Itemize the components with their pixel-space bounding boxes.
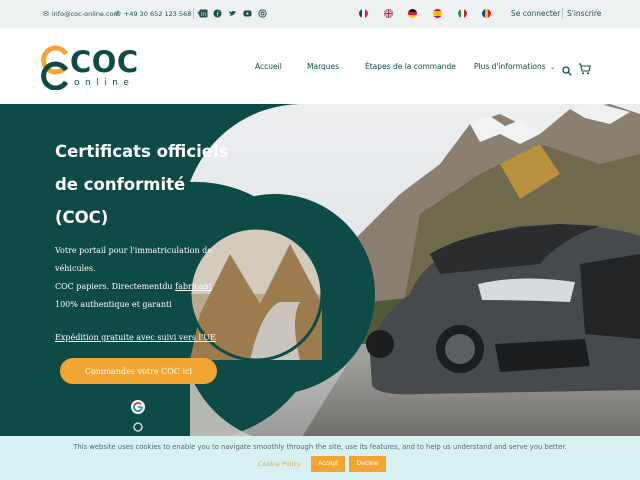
logo-icon[interactable] (40, 44, 72, 94)
cookie-message: This website uses cookies to enable you … (73, 443, 567, 451)
order-coc-button[interactable]: Commandes votre COC ici (60, 358, 217, 384)
cookie-policy-link[interactable]: Cookie Policy (258, 460, 301, 468)
hero-title-line-3: (COC) (55, 208, 109, 227)
hero-paragraph: Votre portail pour l'immatriculation de … (55, 242, 212, 314)
instagram-icon[interactable] (258, 9, 267, 18)
flag-fr-icon[interactable] (359, 9, 368, 18)
phone-icon: ✆ (115, 10, 121, 18)
divider (193, 8, 194, 19)
flag-es-icon[interactable] (433, 9, 442, 18)
facebook-icon[interactable]: f (213, 9, 222, 18)
divider (562, 8, 563, 19)
loading-indicator-icon (133, 417, 143, 436)
phone-contact[interactable]: ✆ +49 30 652 123 568 ▼ (115, 10, 201, 18)
cookie-decline-button[interactable]: Decline (349, 456, 386, 472)
top-bar: ✉ info@coc-online.com ✆ +49 30 652 123 5… (0, 0, 640, 28)
nav-marques[interactable]: Marques (307, 62, 339, 71)
hero-title-line-1: Certificats officiels (55, 142, 229, 161)
hero-paragraph-line-1: Votre portail pour l'immatriculation de (55, 246, 212, 255)
cookie-accept-button[interactable]: Accept (311, 456, 345, 472)
email-contact[interactable]: ✉ info@coc-online.com (43, 10, 120, 18)
twitter-icon[interactable] (228, 9, 237, 18)
phone-text: +49 30 652 123 568 (123, 10, 192, 18)
search-icon[interactable] (562, 61, 572, 80)
chevron-down-icon: ⌄ (550, 64, 556, 71)
nav-plus-infos-label: Plus d'informations (474, 62, 546, 71)
logo-subtitle: online (74, 78, 135, 88)
manufacturer-link[interactable]: fabricant (175, 282, 212, 291)
hero-title: Certificats officiels de conformité (COC… (55, 135, 228, 234)
hero-paragraph-text: COC papiers. Directementdu (55, 282, 176, 291)
svg-text:in: in (201, 11, 207, 18)
flag-ro-icon[interactable] (482, 9, 491, 18)
hero-paragraph-line-3: COC papiers. Directementdu fabricant (55, 278, 212, 296)
flag-en-icon[interactable] (384, 9, 393, 18)
email-text: info@coc-online.com (51, 10, 120, 18)
youtube-icon[interactable] (243, 9, 252, 18)
linkedin-icon[interactable]: in (199, 9, 208, 18)
hero-paragraph-line-2: véhicules. (55, 264, 96, 273)
hero-paragraph-line-4: 100% authentique et garanti (55, 300, 172, 309)
cart-icon[interactable] (578, 60, 591, 79)
nav-etapes[interactable]: Étapes de la commande (365, 62, 456, 71)
google-icon (131, 399, 145, 418)
logo-wordmark[interactable]: COC (70, 45, 139, 79)
nav-accueil[interactable]: Accueil (255, 62, 282, 71)
mail-icon: ✉ (43, 10, 49, 18)
flag-it-icon[interactable] (458, 9, 467, 18)
flag-de-icon[interactable] (408, 9, 417, 18)
hero-section: Certificats officiels de conformité (COC… (0, 104, 640, 440)
register-link[interactable]: S'inscrire (567, 9, 601, 18)
hero-title-line-2: de conformité (55, 175, 186, 194)
shipping-link[interactable]: Expédition gratuite avec suivi vers l'UE (55, 333, 216, 342)
login-link[interactable]: Se connecter (511, 9, 560, 18)
nav-plus-infos[interactable]: Plus d'informations ⌄ (474, 62, 555, 71)
